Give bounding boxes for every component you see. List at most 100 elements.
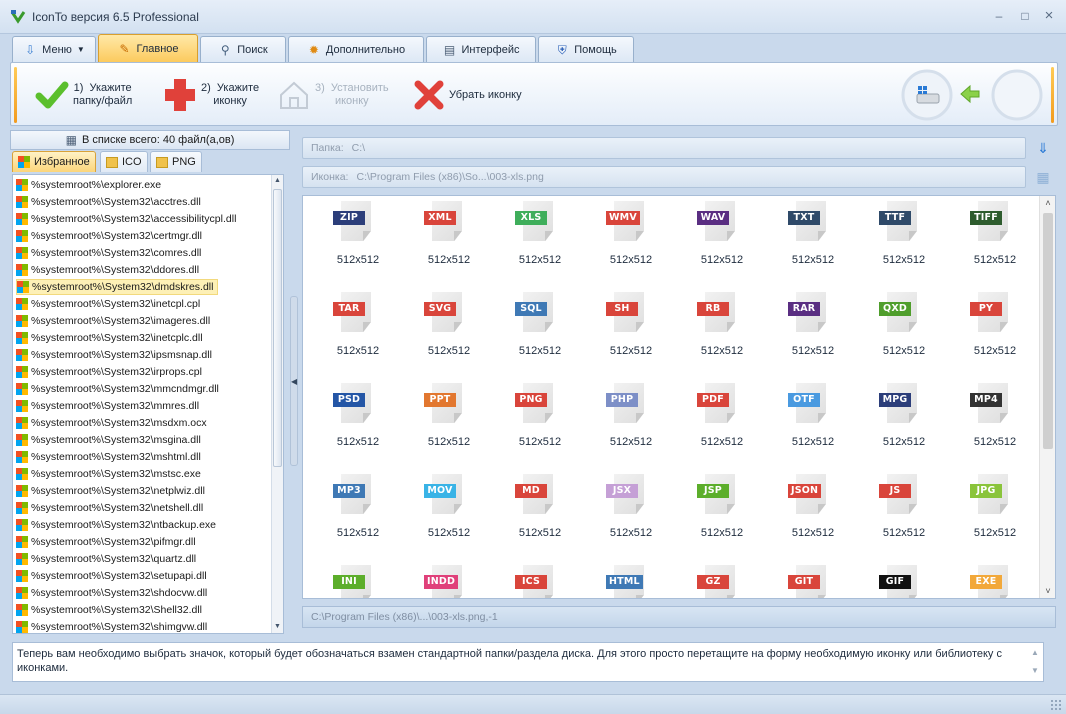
icon-tile[interactable]: MP4 512x512 bbox=[950, 380, 1040, 470]
hint-scrollbar[interactable]: ▲ ▼ bbox=[1028, 644, 1042, 680]
list-item[interactable]: %systemroot%\System32\netplwiz.dll bbox=[16, 483, 209, 499]
tab-search[interactable]: ⚲ Поиск bbox=[200, 36, 286, 62]
icon-tile[interactable]: WMV 512x512 bbox=[586, 198, 676, 288]
icon-tile[interactable]: PSD 512x512 bbox=[313, 380, 403, 470]
list-item[interactable]: %systemroot%\System32\ddores.dll bbox=[16, 262, 203, 278]
icon-tile[interactable]: OTF 512x512 bbox=[768, 380, 858, 470]
remove-icon-button[interactable]: Убрать иконку bbox=[413, 73, 522, 117]
icon-tile[interactable]: HTML bbox=[586, 562, 676, 598]
list-item[interactable]: %systemroot%\System32\certmgr.dll bbox=[16, 228, 206, 244]
list-item[interactable]: %systemroot%\System32\quartz.dll bbox=[16, 551, 200, 567]
icon-tile[interactable]: TAR 512x512 bbox=[313, 289, 403, 379]
icon-tile[interactable]: INI bbox=[313, 562, 403, 598]
scroll-down-icon[interactable]: ▼ bbox=[272, 621, 283, 633]
back-arrow-icon[interactable] bbox=[959, 83, 981, 105]
list-item[interactable]: %systemroot%\System32\mshtml.dll bbox=[16, 449, 205, 465]
icon-tile[interactable]: RAR 512x512 bbox=[768, 289, 858, 379]
file-list-scrollbar[interactable]: ▲ ▼ bbox=[271, 175, 283, 633]
scroll-thumb[interactable] bbox=[273, 189, 282, 467]
icon-tile[interactable]: PHP 512x512 bbox=[586, 380, 676, 470]
download-icon[interactable]: ⇓ bbox=[1034, 139, 1052, 157]
icon-tile[interactable]: ZIP 512x512 bbox=[313, 198, 403, 288]
icon-tile[interactable]: PDF 512x512 bbox=[677, 380, 767, 470]
list-item[interactable]: %systemroot%\System32\accessibilitycpl.d… bbox=[16, 211, 240, 227]
icon-tile[interactable]: GIF bbox=[859, 562, 949, 598]
icon-tile[interactable]: PPT 512x512 bbox=[404, 380, 494, 470]
select-icon-button[interactable]: 2) Укажите иконку bbox=[163, 73, 259, 117]
icon-tile[interactable]: RB 512x512 bbox=[677, 289, 767, 379]
tab-additional[interactable]: ✹ Дополнительно bbox=[288, 36, 424, 62]
icon-grid-scrollbar[interactable]: ˄ ˅ bbox=[1039, 196, 1055, 598]
icon-tile[interactable]: XLS 512x512 bbox=[495, 198, 585, 288]
list-item[interactable]: %systemroot%\System32\mmcndmgr.dll bbox=[16, 381, 223, 397]
list-item[interactable]: %systemroot%\System32\inetcpl.cpl bbox=[16, 296, 204, 312]
icon-tile[interactable]: SH 512x512 bbox=[586, 289, 676, 379]
close-button[interactable]: × bbox=[1042, 8, 1056, 23]
list-item[interactable]: %systemroot%\System32\inetcplc.dll bbox=[16, 330, 207, 346]
icon-tile[interactable]: GIT bbox=[768, 562, 858, 598]
list-item[interactable]: %systemroot%\System32\mmres.dll bbox=[16, 398, 203, 414]
icon-grid-toggle-icon[interactable]: ▦ bbox=[1034, 168, 1052, 186]
list-item[interactable]: %systemroot%\System32\irprops.cpl bbox=[16, 364, 206, 380]
file-list[interactable]: ▲ ▼ %systemroot%\explorer.exe %systemroot… bbox=[12, 174, 284, 634]
icon-tile[interactable]: SQL 512x512 bbox=[495, 289, 585, 379]
icon-tile[interactable]: JSP 512x512 bbox=[677, 471, 767, 561]
scroll-up-icon[interactable]: ˄ bbox=[1040, 196, 1055, 210]
list-item[interactable]: %systemroot%\explorer.exe bbox=[16, 177, 165, 193]
list-item[interactable]: %systemroot%\System32\mstsc.exe bbox=[16, 466, 205, 482]
icon-tile[interactable]: INDD bbox=[404, 562, 494, 598]
resize-grip-icon[interactable] bbox=[1050, 699, 1062, 711]
icon-tile[interactable]: JSON 512x512 bbox=[768, 471, 858, 561]
list-item[interactable]: %systemroot%\System32\shdocvw.dll bbox=[16, 585, 211, 601]
icon-tile[interactable]: MOV 512x512 bbox=[404, 471, 494, 561]
icon-tile[interactable]: SVG 512x512 bbox=[404, 289, 494, 379]
list-item[interactable]: %systemroot%\System32\acctres.dll bbox=[16, 194, 205, 210]
scroll-thumb[interactable] bbox=[1043, 213, 1053, 449]
scroll-down-icon[interactable]: ˅ bbox=[1040, 584, 1055, 598]
list-item[interactable]: %systemroot%\System32\ntbackup.exe bbox=[16, 517, 220, 533]
list-item[interactable]: %systemroot%\System32\dmdskres.dll bbox=[16, 279, 219, 295]
tab-favorites[interactable]: Избранное bbox=[12, 151, 96, 172]
tab-png[interactable]: PNG bbox=[150, 151, 202, 172]
tab-help[interactable]: ⛨ Помощь bbox=[538, 36, 634, 62]
tab-main[interactable]: ✎ Главное bbox=[98, 34, 198, 63]
select-folder-button[interactable]: 1) Укажите папку/файл bbox=[35, 73, 132, 117]
icon-tile[interactable]: MP3 512x512 bbox=[313, 471, 403, 561]
icon-tile[interactable]: TTF 512x512 bbox=[859, 198, 949, 288]
icon-tile[interactable]: MPG 512x512 bbox=[859, 380, 949, 470]
list-item[interactable]: %systemroot%\System32\ipsmsnap.dll bbox=[16, 347, 216, 363]
icon-tile[interactable]: WAV 512x512 bbox=[677, 198, 767, 288]
list-item[interactable]: %systemroot%\System32\pifmgr.dll bbox=[16, 534, 200, 550]
scroll-up-icon[interactable]: ▲ bbox=[272, 175, 283, 187]
icon-tile[interactable]: ICS bbox=[495, 562, 585, 598]
icon-tile[interactable]: QXD 512x512 bbox=[859, 289, 949, 379]
list-item[interactable]: %systemroot%\System32\msgina.dll bbox=[16, 432, 205, 448]
icon-tile[interactable]: TIFF 512x512 bbox=[950, 198, 1040, 288]
icon-tile[interactable]: PY 512x512 bbox=[950, 289, 1040, 379]
list-item[interactable]: %systemroot%\System32\imageres.dll bbox=[16, 313, 214, 329]
icon-tile[interactable]: GZ bbox=[677, 562, 767, 598]
maximize-button[interactable]: □ bbox=[1018, 9, 1032, 23]
icon-tile[interactable]: PNG 512x512 bbox=[495, 380, 585, 470]
icon-tile[interactable]: JPG 512x512 bbox=[950, 471, 1040, 561]
list-item[interactable]: %systemroot%\System32\netshell.dll bbox=[16, 500, 207, 516]
icon-tile[interactable]: EXE bbox=[950, 562, 1040, 598]
tab-menu[interactable]: ⇩ Меню ▼ bbox=[12, 36, 96, 62]
list-item[interactable]: %systemroot%\System32\setupapi.dll bbox=[16, 568, 211, 584]
icon-tile[interactable]: MD 512x512 bbox=[495, 471, 585, 561]
minimize-button[interactable]: – bbox=[992, 9, 1006, 23]
list-item[interactable]: %systemroot%\System32\shimgvw.dll bbox=[16, 619, 211, 633]
panel-splitter[interactable]: ◀ bbox=[290, 296, 298, 466]
list-item[interactable]: %systemroot%\System32\comres.dll bbox=[16, 245, 205, 261]
icon-tile[interactable]: XML 512x512 bbox=[404, 198, 494, 288]
icon-tile[interactable]: TXT 512x512 bbox=[768, 198, 858, 288]
icon-tile[interactable]: JSX 512x512 bbox=[586, 471, 676, 561]
list-item[interactable]: %systemroot%\System32\msdxm.ocx bbox=[16, 415, 211, 431]
install-icon-button[interactable]: 3) Установить иконку bbox=[277, 73, 389, 117]
drive-icon[interactable] bbox=[901, 69, 953, 121]
tab-ico[interactable]: ICO bbox=[100, 151, 148, 172]
icon-size-label: 512x512 bbox=[609, 527, 653, 539]
tab-interface[interactable]: ▤ Интерфейс bbox=[426, 36, 536, 62]
list-item[interactable]: %systemroot%\System32\Shell32.dll bbox=[16, 602, 206, 618]
icon-tile[interactable]: JS 512x512 bbox=[859, 471, 949, 561]
